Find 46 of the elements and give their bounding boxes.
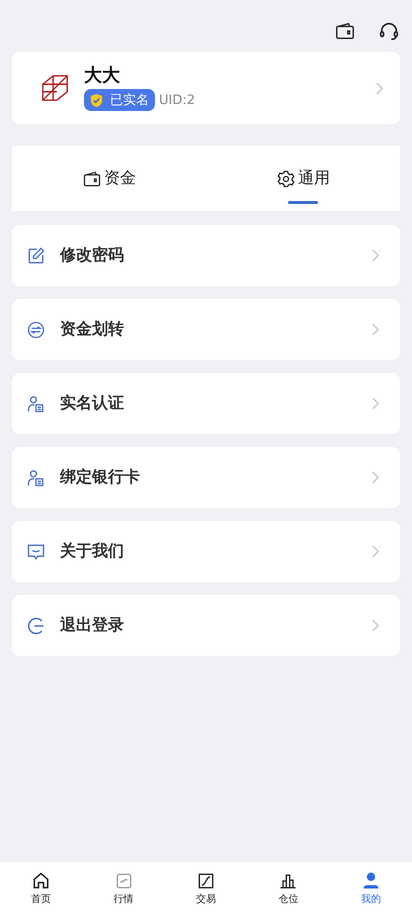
nav-item[interactable]: 首页 [0, 871, 82, 906]
verified-label: 已实名 [110, 92, 149, 109]
shield-icon [89, 92, 104, 108]
id-card-icon [26, 468, 46, 488]
wallet-icon [82, 168, 102, 188]
nav-item[interactable]: 我的 [330, 871, 412, 906]
menu-label: 绑定银行卡 [60, 467, 141, 488]
logout-icon [26, 616, 46, 636]
tab[interactable]: 资金 [12, 146, 206, 211]
menu-label: 修改密码 [60, 245, 125, 266]
user-name: 大大 [84, 65, 121, 87]
menu-item[interactable]: 资金划转 [12, 299, 400, 360]
menu-label: 关于我们 [60, 541, 125, 562]
menu-item[interactable]: 关于我们 [12, 521, 400, 582]
nav-item[interactable]: 仓位 [247, 871, 330, 906]
tab[interactable]: 通用 [206, 146, 400, 211]
chevron-right-icon [371, 470, 380, 485]
menu-label: 实名认证 [60, 393, 125, 414]
chevron-right-icon [371, 544, 380, 559]
chart-icon [114, 871, 134, 891]
menu-item[interactable]: 修改密码 [12, 225, 400, 286]
headset-icon[interactable] [378, 20, 400, 42]
transfer-icon [26, 320, 46, 340]
id-card-icon [26, 394, 46, 414]
menu-item[interactable]: 退出登录 [12, 595, 400, 656]
chevron-right-icon [371, 322, 380, 337]
user-icon [360, 871, 381, 891]
user-id: UID:2 [159, 92, 196, 108]
trade-icon [196, 871, 216, 891]
avatar-logo-icon [40, 73, 70, 103]
chevron-right-icon [375, 80, 384, 96]
menu-label: 退出登录 [60, 615, 125, 636]
message-icon [26, 542, 46, 562]
nav-item[interactable]: 行情 [82, 871, 165, 906]
nav-item[interactable]: 交易 [164, 871, 248, 906]
edit-icon [26, 246, 46, 266]
menu-item[interactable]: 绑定银行卡 [12, 447, 400, 508]
wallet-icon[interactable] [334, 20, 356, 42]
chevron-right-icon [371, 396, 380, 411]
settings-icon [276, 168, 296, 188]
home-icon [31, 871, 52, 891]
menu-item[interactable]: 实名认证 [12, 373, 400, 434]
chevron-right-icon [371, 248, 380, 263]
chevron-right-icon [371, 618, 380, 633]
menu-label: 资金划转 [60, 319, 125, 340]
profile-card[interactable]: 大大 已实名 UID:2 [12, 52, 400, 124]
